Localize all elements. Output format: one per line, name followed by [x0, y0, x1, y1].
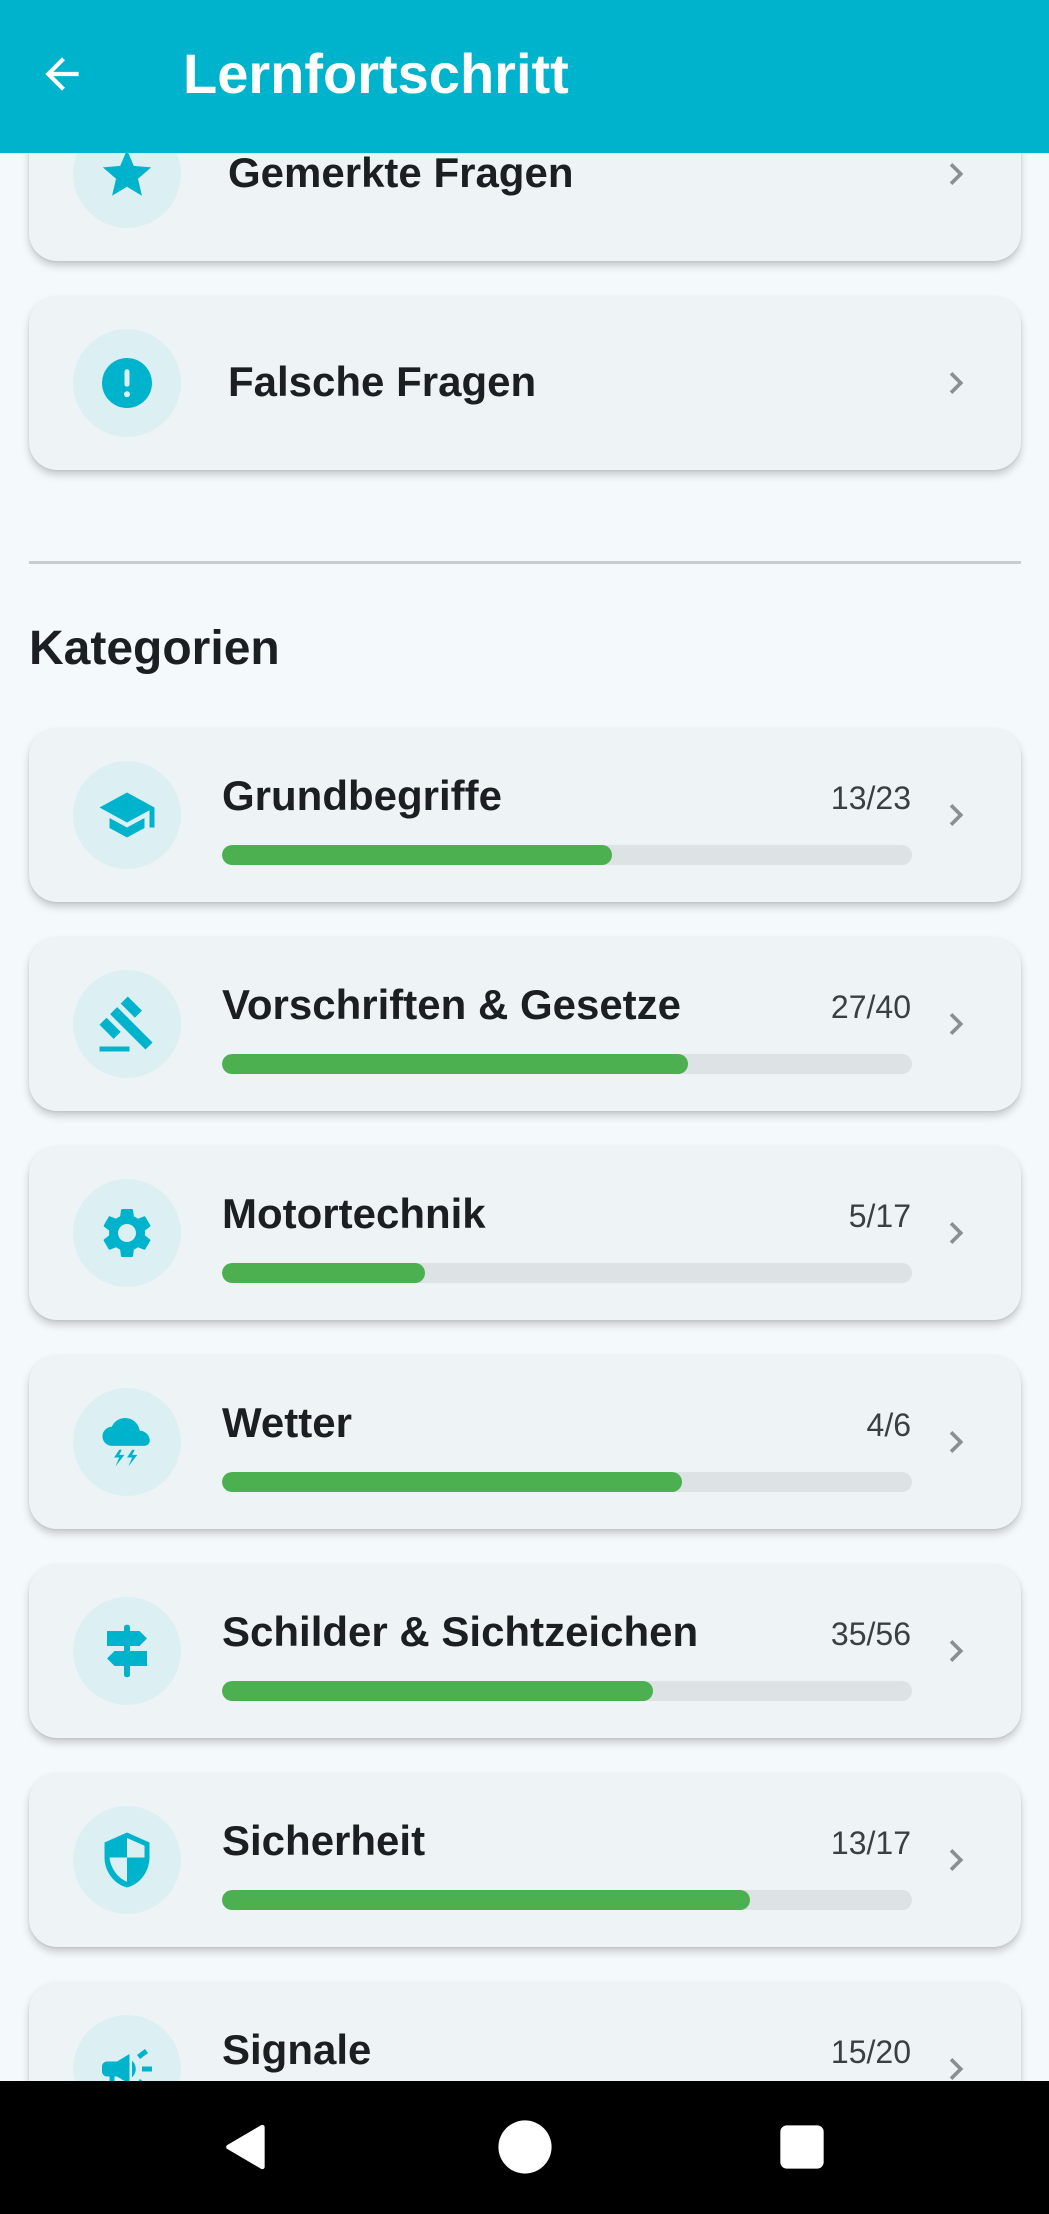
- category-label: Sicherheit: [222, 1817, 426, 1864]
- nav-back-icon: [226, 2124, 265, 2170]
- gear-icon: [103, 1209, 151, 1257]
- category-count: 4/6: [866, 1407, 911, 1443]
- progress-fill: [222, 845, 612, 865]
- icon-badge: [73, 1388, 181, 1496]
- icon-badge: [73, 329, 181, 437]
- icon-badge: [73, 1806, 181, 1914]
- arrow-left-icon: [45, 57, 79, 91]
- progress-track: [222, 845, 912, 865]
- chevron-right-icon: [931, 358, 981, 408]
- nav-home-icon: [498, 2120, 552, 2174]
- category-label: Motortechnik: [222, 1190, 486, 1237]
- category-card-sicherheit[interactable]: Sicherheit 13/17: [29, 1773, 1021, 1947]
- megaphone-icon: [102, 2049, 152, 2081]
- category-label: Signale: [222, 2026, 372, 2073]
- graduation-cap-icon: [99, 792, 155, 838]
- chevron-right-icon: [931, 790, 981, 840]
- progress-track: [222, 1263, 912, 1283]
- nav-recents-button[interactable]: [766, 2111, 838, 2183]
- scroll-content[interactable]: Gemerkte Fragen Falsche Fragen Kategorie…: [0, 153, 1049, 2081]
- progress-track: [222, 1054, 912, 1074]
- card-label: Gemerkte Fragen: [228, 153, 574, 196]
- nav-back-button[interactable]: [210, 2111, 282, 2183]
- category-label: Vorschriften & Gesetze: [222, 981, 682, 1028]
- icon-badge: [73, 761, 181, 869]
- progress-fill: [222, 1890, 750, 1910]
- progress-fill: [222, 1054, 688, 1074]
- signpost-icon: [107, 1624, 147, 1678]
- shield-icon: [104, 1832, 150, 1888]
- bookmarked-questions-card[interactable]: Gemerkte Fragen: [29, 153, 1021, 261]
- category-count: 13/23: [830, 780, 911, 816]
- category-card-grundbegriffe[interactable]: Grundbegriffe 13/23: [29, 728, 1021, 902]
- progress-track: [222, 1472, 912, 1492]
- progress-track: [222, 1681, 912, 1701]
- gavel-icon: [99, 996, 153, 1052]
- section-title: Kategorien: [29, 622, 280, 675]
- chevron-right-icon: [931, 999, 981, 1049]
- category-card-signale[interactable]: Signale 15/20: [29, 1982, 1021, 2081]
- thunderstorm-cloud-icon: [102, 1417, 150, 1467]
- card-label: Falsche Fragen: [228, 358, 537, 405]
- category-label: Schilder & Sichtzeichen: [222, 1608, 699, 1655]
- category-count: 5/17: [848, 1198, 911, 1234]
- category-count: 13/17: [830, 1825, 911, 1861]
- system-nav-bar: [0, 2081, 1049, 2214]
- category-card-motortechnik[interactable]: Motortechnik 5/17: [29, 1146, 1021, 1320]
- page-title: Lernfortschritt: [183, 42, 569, 105]
- progress-fill: [222, 1263, 425, 1283]
- category-card-vorschriften[interactable]: Vorschriften & Gesetze 27/40: [29, 937, 1021, 1111]
- back-button[interactable]: [32, 44, 92, 104]
- alert-circle-icon: [102, 358, 152, 408]
- app-bar: Lernfortschritt: [0, 0, 1049, 153]
- category-label: Wetter: [222, 1399, 352, 1446]
- icon-badge: [73, 153, 181, 228]
- icon-badge: [73, 1179, 181, 1287]
- chevron-right-icon: [931, 2044, 981, 2081]
- nav-recents-icon: [780, 2125, 824, 2169]
- star-icon: [102, 153, 152, 196]
- nav-home-button[interactable]: [489, 2111, 561, 2183]
- progress-track: [222, 1890, 912, 1910]
- category-card-wetter[interactable]: Wetter 4/6: [29, 1355, 1021, 1529]
- category-label: Grundbegriffe: [222, 772, 502, 819]
- icon-badge: [73, 1597, 181, 1705]
- category-count: 15/20: [830, 2034, 911, 2070]
- chevron-right-icon: [931, 1417, 981, 1467]
- progress-fill: [222, 1681, 654, 1701]
- wrong-questions-card[interactable]: Falsche Fragen: [29, 296, 1021, 470]
- icon-badge: [73, 970, 181, 1078]
- section-divider: [29, 561, 1021, 564]
- category-count: 35/56: [830, 1616, 911, 1652]
- chevron-right-icon: [931, 153, 981, 199]
- chevron-right-icon: [931, 1835, 981, 1885]
- category-count: 27/40: [830, 989, 911, 1025]
- chevron-right-icon: [931, 1208, 981, 1258]
- progress-fill: [222, 1472, 683, 1492]
- category-card-schilder[interactable]: Schilder & Sichtzeichen 35/56: [29, 1564, 1021, 1738]
- icon-badge: [73, 2015, 181, 2081]
- chevron-right-icon: [931, 1626, 981, 1676]
